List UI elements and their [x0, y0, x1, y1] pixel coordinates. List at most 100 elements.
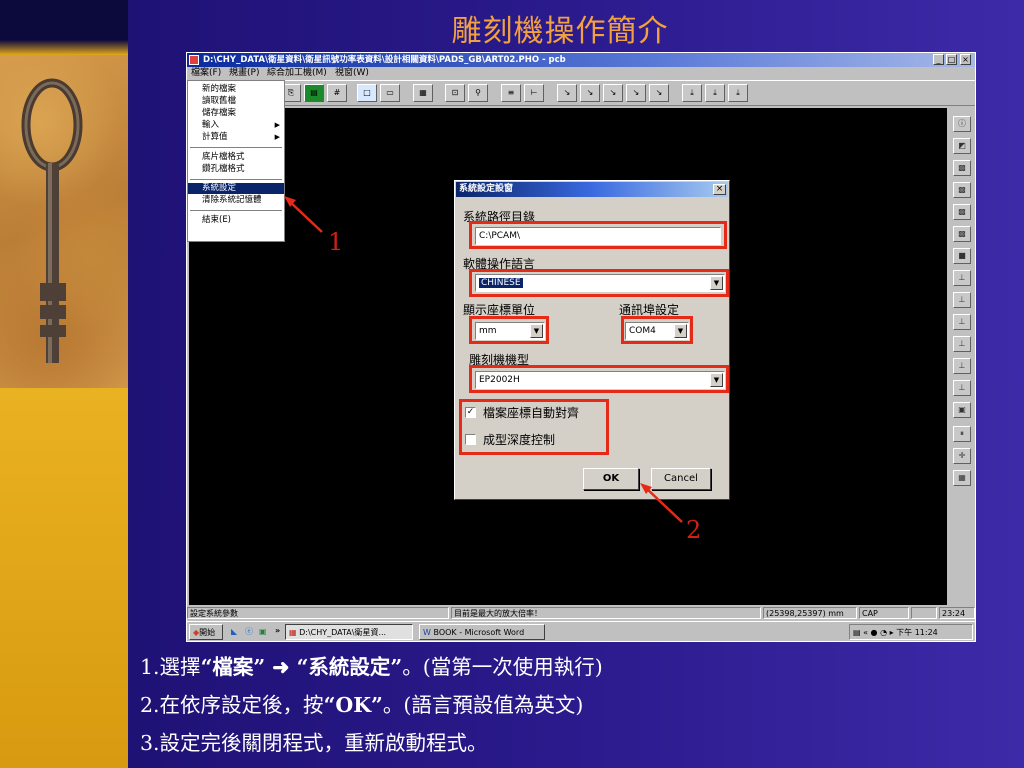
taskbar: ◆開始 ◣ ⓔ ▣ » ▦ D:\CHY_DATA\衛星資... W BOOK …: [187, 621, 975, 641]
menu-item-open-file[interactable]: 讀取舊檔: [188, 96, 284, 107]
rt-align3-icon[interactable]: ⊥: [953, 314, 971, 330]
rt-pause-icon[interactable]: ⏸: [953, 426, 971, 442]
start-button[interactable]: ◆開始: [189, 624, 223, 640]
app-icon: [189, 55, 199, 65]
menu-item-film-format[interactable]: 底片檔格式: [188, 152, 284, 163]
rt-pattern4-icon[interactable]: ▩: [953, 226, 971, 242]
task-word[interactable]: W BOOK - Microsoft Word: [419, 624, 545, 640]
rt-align4-icon[interactable]: ⊥: [953, 336, 971, 352]
menu-machine[interactable]: 綜合加工機(M): [267, 67, 327, 80]
start-label: 開始: [199, 628, 216, 637]
tool-grid-icon[interactable]: #: [327, 84, 347, 102]
dialog-title: 系統設定設窗: [456, 182, 728, 197]
toolbar: ⎘ ▤ # □ ▭ ▦ ⊡ ⚲ ≡ ⊢ ↘ ↘ ↘ ↘ ↘ ⤓ ⤓ ⤓: [187, 80, 975, 106]
desktop-icon[interactable]: ◣: [231, 624, 237, 640]
key-photo: [0, 55, 128, 388]
tool-path4-icon[interactable]: ↘: [626, 84, 646, 102]
rt-align6-icon[interactable]: ⊥: [953, 380, 971, 396]
callout-number-2: 2: [686, 516, 702, 544]
system-settings-dialog: 系統設定設窗 × 系統路徑目錄 C:\PCAM\ 軟體操作語言 CHINESE …: [454, 180, 730, 500]
word-icon: W: [423, 628, 431, 637]
callout-number-1: 1: [328, 228, 344, 256]
rt-info-icon[interactable]: ⓘ: [953, 116, 971, 132]
rt-fill-icon[interactable]: ■: [953, 248, 971, 264]
window-title: D:\CHY_DATA\衛星資料\衛星訊號功率表資料\設計相關資料\PADS_G…: [203, 55, 566, 65]
instructions: 1.選擇“檔案” ➜ “系統設定”。(當第一次使用執行) 2.在依序設定後，按“…: [140, 648, 1000, 762]
quicklaunch-more-icon[interactable]: »: [275, 623, 280, 639]
tool-drill1-icon[interactable]: ⤓: [682, 84, 702, 102]
rt-select-icon[interactable]: ◩: [953, 138, 971, 154]
menu-file[interactable]: 檔案(F): [191, 67, 221, 80]
instruction-step-2: 2.在依序設定後，按“OK”。(語言預設值為英文): [140, 693, 584, 717]
menu-item-import[interactable]: 輸入 ▶: [188, 120, 284, 131]
menu-item-calc-values[interactable]: 計算值 ▶: [188, 132, 284, 143]
menu-bar: 檔案(F) 規畫(P) 綜合加工機(M) 視窗(W): [187, 67, 975, 80]
system-tray: ▤ « ● ◔ ▸ 下午 11:24: [849, 624, 973, 640]
rt-pattern1-icon[interactable]: ▩: [953, 160, 971, 176]
highlight-port: [621, 316, 693, 344]
tool-box-icon[interactable]: ▭: [380, 84, 400, 102]
rt-pattern2-icon[interactable]: ▩: [953, 182, 971, 198]
tool-path1-icon[interactable]: ↘: [557, 84, 577, 102]
tool-zoom-icon[interactable]: ⚲: [468, 84, 488, 102]
rt-align5-icon[interactable]: ⊥: [953, 358, 971, 374]
menu-separator: [190, 179, 282, 180]
menu-item-save-file[interactable]: 儲存檔案: [188, 108, 284, 119]
menu-separator: [190, 210, 282, 211]
menu-item-drill-format[interactable]: 鑽孔檔格式: [188, 164, 284, 175]
tool-measure-icon[interactable]: ⊢: [524, 84, 544, 102]
app-quick-icon[interactable]: ▣: [259, 624, 267, 640]
arrow-right-icon: ➜: [265, 655, 297, 679]
rt-grid-icon[interactable]: ▦: [953, 470, 971, 486]
task-pcb[interactable]: ▦ D:\CHY_DATA\衛星資...: [285, 624, 413, 640]
status-blank: [911, 607, 937, 619]
tool-path5-icon[interactable]: ↘: [649, 84, 669, 102]
cancel-button[interactable]: Cancel: [651, 468, 711, 490]
menu-item-new-file[interactable]: 新的檔案: [188, 84, 284, 95]
close-button[interactable]: ×: [960, 54, 971, 65]
rt-layers-icon[interactable]: ▣: [953, 402, 971, 418]
status-coords: (25398,25397) mm: [763, 607, 857, 619]
file-menu: 新的檔案 讀取舊檔 儲存檔案 輸入 ▶ 計算值 ▶ 底片檔格式 鑽孔檔格式 系統設定…: [187, 80, 285, 242]
tool-zoom-box-icon[interactable]: ⊡: [445, 84, 465, 102]
maximize-button[interactable]: □: [946, 54, 957, 65]
menu-item-system-settings[interactable]: 系統設定: [188, 183, 284, 194]
tool-calc-icon[interactable]: ▦: [413, 84, 433, 102]
highlight-units: [469, 316, 549, 344]
status-zoom-message: 目前是最大的放大倍率！: [451, 607, 761, 619]
rt-align1-icon[interactable]: ⊥: [953, 270, 971, 286]
submenu-arrow-icon: ▶: [274, 133, 280, 141]
status-time: 23:24: [939, 607, 975, 619]
tool-path3-icon[interactable]: ↘: [603, 84, 623, 102]
menu-window[interactable]: 視窗(W): [335, 67, 369, 80]
menu-item-clear-memory[interactable]: 清除系統記憶體: [188, 195, 284, 206]
highlight-checkboxes: [459, 399, 609, 455]
instruction-step-1: 1.選擇“檔案” ➜ “系統設定”。(當第一次使用執行): [140, 655, 603, 679]
rt-cross-icon[interactable]: ✛: [953, 448, 971, 464]
ie-icon[interactable]: ⓔ: [245, 624, 253, 640]
status-message: 設定系統參數: [187, 607, 449, 619]
tool-drill3-icon[interactable]: ⤓: [728, 84, 748, 102]
highlight-path: [469, 221, 727, 249]
keyword-ok: OK: [335, 693, 372, 717]
submenu-arrow-icon: ▶: [274, 121, 280, 129]
tool-layers-color-icon[interactable]: ≡: [501, 84, 521, 102]
right-toolbar: ⓘ ◩ ▩ ▩ ▩ ▩ ■ ⊥ ⊥ ⊥ ⊥ ⊥ ⊥ ▣ ⏸ ✛ ▦: [949, 108, 975, 605]
tool-layer-icon[interactable]: ▤: [304, 84, 324, 102]
tray-clock: 下午 11:24: [896, 628, 938, 637]
instruction-step-3: 3.設定完後關閉程式，重新啟動程式。: [140, 731, 488, 755]
tool-path2-icon[interactable]: ↘: [580, 84, 600, 102]
menu-item-exit[interactable]: 結束(E): [188, 215, 284, 226]
tool-frame-icon[interactable]: □: [357, 84, 377, 102]
pcb-icon: ▦: [289, 628, 297, 637]
rt-pattern3-icon[interactable]: ▩: [953, 204, 971, 220]
tool-drill2-icon[interactable]: ⤓: [705, 84, 725, 102]
window-title-bar: D:\CHY_DATA\衛星資料\衛星訊號功率表資料\設計相關資料\PADS_G…: [187, 53, 975, 67]
ok-button[interactable]: OK: [583, 468, 639, 490]
menu-plan[interactable]: 規畫(P): [229, 67, 259, 80]
menu-separator: [190, 147, 282, 148]
dialog-close-button[interactable]: ×: [713, 184, 726, 195]
minimize-button[interactable]: _: [933, 54, 944, 65]
highlight-language: [469, 269, 729, 297]
rt-align2-icon[interactable]: ⊥: [953, 292, 971, 308]
